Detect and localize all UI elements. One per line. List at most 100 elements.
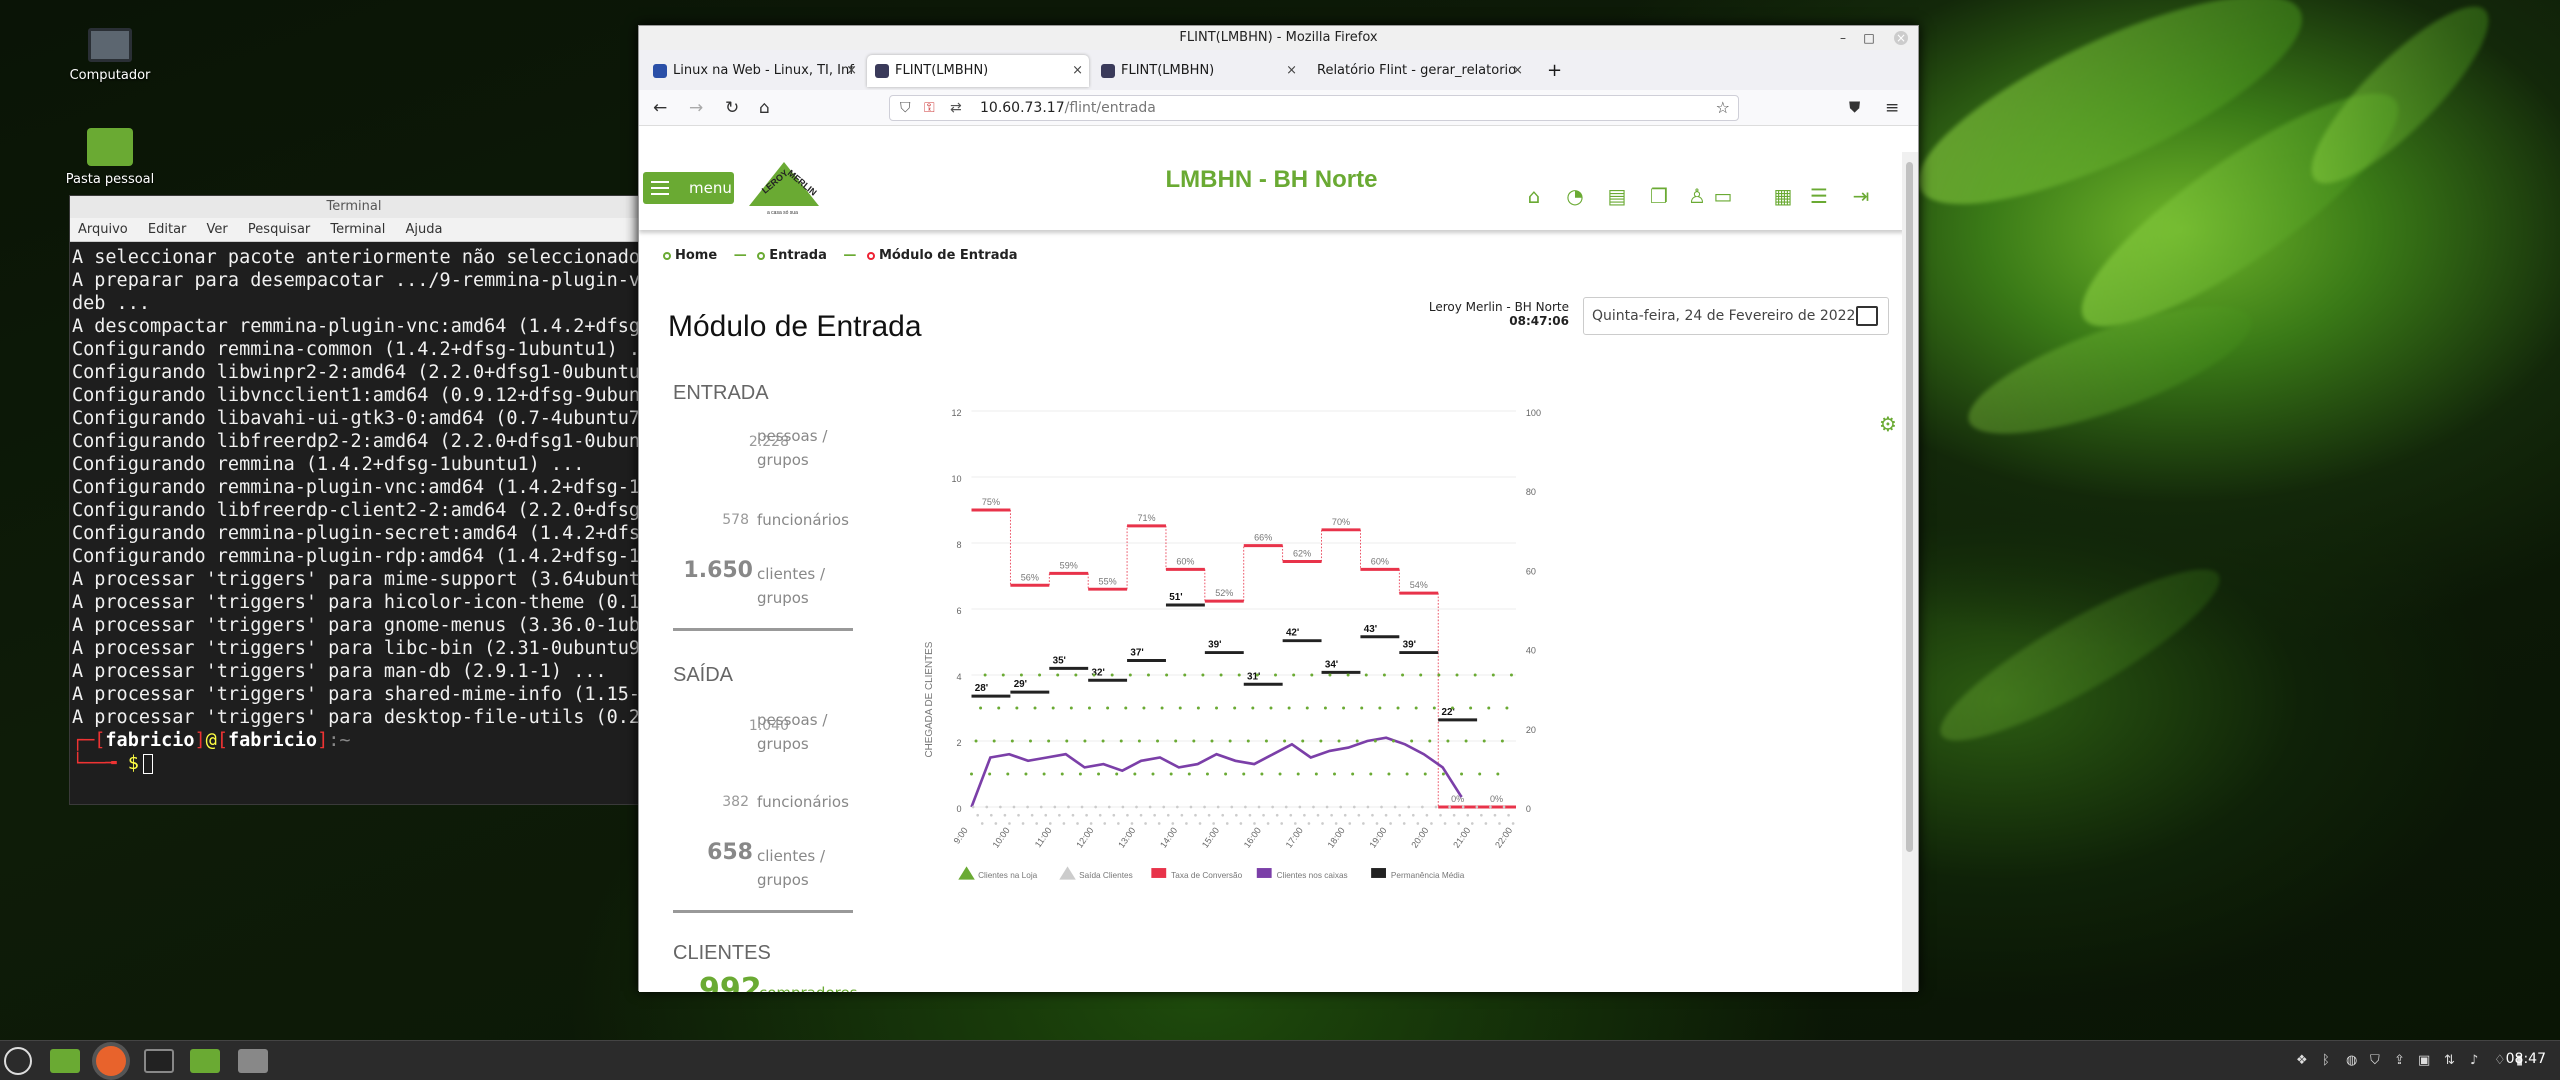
clientes-loja-point [1310, 673, 1314, 677]
conversion-label: 60% [1176, 556, 1194, 566]
dropbox-icon[interactable]: ❖ [2296, 1053, 2310, 1068]
mint-menu-icon[interactable] [4, 1047, 32, 1075]
settings-sliders-icon[interactable]: ☰ [1807, 184, 1831, 208]
copy-icon[interactable]: ❐ [1647, 184, 1671, 208]
saida-point [1312, 805, 1315, 809]
url-bar[interactable]: ⛉ ⚿ ⇄ 10.60.73.17/flint/entrada ☆ [889, 95, 1739, 121]
date-picker[interactable]: Quinta-feira, 24 de Fevereiro de 2022 [1583, 297, 1889, 335]
reload-icon[interactable]: ↻ [725, 98, 739, 118]
terminal-window[interactable]: Terminal Arquivo Editar Ver Pesquisar Te… [69, 195, 639, 805]
logout-icon[interactable]: ⇥ [1849, 184, 1873, 208]
user-icon[interactable]: ♙ [1685, 184, 1709, 208]
saida-point [1062, 822, 1066, 825]
saida-point [1117, 822, 1120, 825]
close-tab-icon[interactable]: × [1512, 55, 1523, 87]
tab-flint-active[interactable]: FLINT(LMBHN) × [867, 55, 1089, 87]
terminal-line: Configurando remmina (1.4.2+dfsg-1ubuntu… [72, 454, 585, 475]
saida-point [1089, 822, 1093, 825]
hamburger-menu-icon[interactable]: ≡ [1885, 98, 1899, 118]
section-divider [673, 910, 853, 913]
close-tab-icon[interactable]: × [1072, 55, 1083, 87]
tab-flint[interactable]: FLINT(LMBHN) × [1093, 55, 1303, 87]
firefox-taskbar-icon[interactable] [96, 1046, 126, 1076]
notes-icon[interactable]: ▣ [2418, 1053, 2432, 1068]
shield-tray-icon[interactable]: ⛉ [2370, 1053, 2384, 1068]
bookmark-star-icon[interactable]: ☆ [1716, 96, 1730, 120]
entrance-icon[interactable]: ▤ [1605, 184, 1629, 208]
tab-linuxnaweb[interactable]: Linux na Web - Linux, TI, Inf × [645, 55, 863, 87]
home-nav-icon[interactable]: ⌂ [1522, 184, 1546, 208]
saida-point [1139, 813, 1143, 817]
desktop-icon-computer[interactable]: Computador [40, 28, 180, 83]
calendar-icon[interactable] [1856, 306, 1878, 326]
saida-point [1189, 805, 1193, 809]
terminal-menu-pesquisar[interactable]: Pesquisar [248, 222, 310, 237]
clientes-loja-point [1246, 739, 1250, 743]
clientes-loja-point [1219, 673, 1223, 677]
close-window-icon[interactable]: × [1894, 31, 1908, 45]
saida-point [1262, 813, 1265, 817]
minimize-icon[interactable]: – [1836, 31, 1850, 45]
back-icon[interactable]: ← [653, 98, 667, 118]
saida-point [1244, 805, 1247, 809]
new-tab-icon[interactable]: + [1539, 55, 1569, 87]
desktop-icon-home-folder[interactable]: Pasta pessoal [40, 128, 180, 187]
saida-funcionarios: 382 [722, 794, 749, 810]
pocket-icon[interactable]: ⛊ [1849, 98, 1860, 116]
terminal-menu-ajuda[interactable]: Ajuda [406, 222, 443, 237]
tab-relatorio[interactable]: Relatório Flint - gerar_relatorio × [1307, 55, 1529, 87]
dashboard-icon[interactable]: ◔ [1563, 184, 1587, 208]
monitor-icon[interactable]: ▭ [1711, 184, 1735, 208]
shield-icon[interactable]: ⛉ [900, 96, 911, 120]
terminal-menu-editar[interactable]: Editar [148, 222, 187, 237]
bluetooth-icon[interactable]: ᛒ [2322, 1053, 2336, 1068]
x-tick-label: 9:00 [952, 826, 970, 846]
page-scrollbar[interactable] [1902, 152, 1918, 992]
clientes-loja-point [1428, 739, 1432, 743]
saida-point [1484, 822, 1488, 825]
updates-icon[interactable]: ⇪ [2394, 1053, 2408, 1068]
maximize-icon[interactable]: □ [1862, 31, 1876, 45]
terminal-menu-terminal[interactable]: Terminal [330, 222, 385, 237]
close-tab-icon[interactable]: × [1286, 55, 1297, 87]
firefox-window[interactable]: FLINT(LMBHN) - Mozilla Firefox – □ × Lin… [638, 25, 1919, 992]
x-tick-label: 18:00 [1326, 826, 1347, 850]
chart-settings-gear-icon[interactable]: ⚙ [1879, 412, 1897, 436]
clientes-loja-point [1342, 706, 1346, 710]
saida-point [1153, 813, 1156, 817]
breadcrumb-home[interactable]: Home [663, 248, 723, 263]
clientes-loja-point [1482, 739, 1486, 743]
terminal-taskbar-icon[interactable] [144, 1049, 174, 1073]
network-taskbar-icon[interactable] [238, 1049, 268, 1073]
conversion-label: 59% [1060, 560, 1078, 570]
scrollbar-thumb[interactable] [1906, 162, 1913, 852]
breadcrumb: Home — Entrada — Módulo de Entrada [663, 248, 1030, 263]
forward-icon[interactable]: → [689, 98, 703, 118]
terminal-menu-ver[interactable]: Ver [207, 222, 228, 237]
saida-point [1198, 822, 1202, 825]
clientes-loja-point [1242, 772, 1246, 776]
tray-icon[interactable]: ◍ [2346, 1053, 2360, 1068]
insecure-lock-icon[interactable]: ⚿ [924, 96, 935, 120]
terminal-menu-arquivo[interactable]: Arquivo [78, 222, 128, 237]
legend-label: Permanência Média [1391, 871, 1465, 880]
saida-point [1470, 822, 1474, 825]
terminal-output[interactable]: A seleccionar pacote anteriormente não s… [70, 242, 638, 804]
conversion-label: 54% [1410, 580, 1428, 590]
network-tray-icon[interactable]: ⇅ [2444, 1053, 2458, 1068]
saida-point [1443, 822, 1447, 825]
terminal-line: Configurando remmina-plugin-rdp:amd64 (1… [72, 546, 638, 567]
table-icon[interactable]: ▦ [1771, 184, 1795, 208]
saida-pessoas-label: pessoas / grupos [757, 711, 828, 753]
breadcrumb-entrada[interactable]: Entrada [757, 248, 833, 263]
volume-icon[interactable]: ♪ [2470, 1053, 2484, 1068]
permissions-icon[interactable]: ⇄ [950, 96, 962, 120]
saida-point [1425, 813, 1429, 817]
files-icon[interactable] [50, 1049, 80, 1073]
saida-point [1212, 822, 1215, 825]
folder-taskbar-icon[interactable] [190, 1049, 220, 1073]
taskbar-clock[interactable]: 08:47 [2506, 1051, 2546, 1067]
close-tab-icon[interactable]: × [846, 55, 857, 87]
home-icon[interactable]: ⌂ [759, 98, 770, 118]
clientes-loja-point [1283, 739, 1287, 743]
